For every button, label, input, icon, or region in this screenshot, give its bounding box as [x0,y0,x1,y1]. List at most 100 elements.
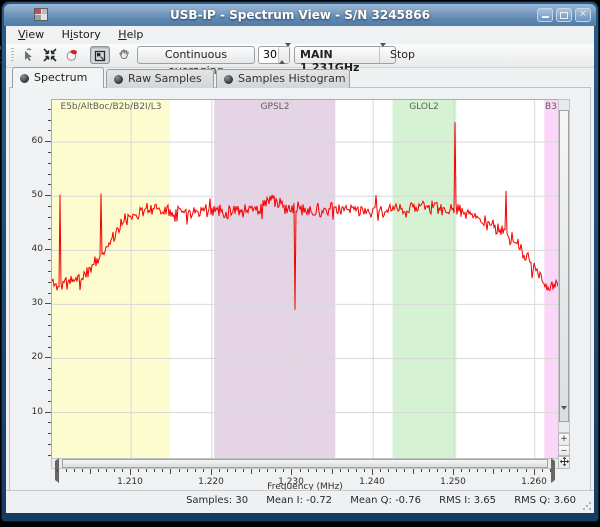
channel-combobox[interactable]: MAIN 1.231GHz [294,46,396,64]
status-rms-q: RMS Q: 3.60 [514,495,576,506]
y-tick [48,314,51,315]
status-bar: Samples: 30 Mean I: -0.72 Mean Q: -0.76 … [6,490,594,513]
x-tick [356,469,357,472]
tab-samples-histogram[interactable]: Samples Histogram [216,69,350,88]
scroll-down-icon[interactable] [561,410,567,429]
x-tick [332,469,333,474]
x-tick-label: 1.260 [514,477,554,487]
menu-bar: View History Help [6,26,594,45]
move-icon [560,457,569,466]
x-tick [308,469,309,472]
vertical-scrollbar[interactable] [558,99,570,433]
x-tick [485,469,486,472]
spectrum-plot[interactable]: E5b/AltBoc/B2b/B2I/L3GPSL2GLOL2B3 [51,99,559,459]
menu-view[interactable]: View [18,28,44,41]
y-tick [48,163,51,164]
x-tick [542,469,543,472]
y-tick [48,152,51,153]
x-tick [154,469,155,472]
samples-spinbox[interactable]: 30 [258,46,290,64]
x-tick [162,469,163,472]
toolbar-handle[interactable] [11,48,14,62]
maximize-button[interactable] [556,8,572,22]
x-tick [195,469,196,472]
tab-raw-samples[interactable]: Raw Samples [106,69,214,88]
close-button[interactable]: × [575,8,591,22]
x-tick [324,469,325,472]
averaging-mode-button[interactable]: Continuous averaging [137,46,255,64]
y-tick [48,368,51,369]
x-tick [493,469,494,474]
pan-all-button[interactable] [558,456,570,469]
pan-button[interactable] [114,46,134,64]
spin-arrows[interactable] [278,47,289,63]
x-tick [469,469,470,472]
x-tick [114,469,115,472]
horizontal-scrollbar[interactable] [51,458,559,469]
x-tick [187,469,188,472]
fit-arrows-icon [43,48,57,62]
x-tick [388,469,389,472]
y-tick [45,195,51,196]
x-tick [517,469,518,472]
y-tick [48,347,51,348]
x-tick [243,469,244,472]
x-tick [90,469,91,474]
x-tick-label: 1.210 [110,477,150,487]
samples-value: 30 [263,48,277,61]
x-tick [421,469,422,472]
spin-down-icon[interactable] [285,43,291,60]
zoom-out-button[interactable]: − [558,445,570,456]
x-tick [146,469,147,472]
y-tick [48,206,51,207]
zoom-window-button[interactable] [90,46,110,64]
x-tick [170,469,171,474]
spectrum-canvas [52,100,558,458]
x-tick [453,469,454,475]
status-rms-i: RMS I: 3.65 [439,495,496,506]
h-scroll-thumb[interactable] [62,459,548,468]
x-tick [283,469,284,472]
stop-button[interactable]: Stop [384,46,421,64]
y-tick-label: 40 [19,244,43,254]
x-tick [429,469,430,472]
y-tick [48,271,51,272]
x-tick [235,469,236,472]
x-tick-label: 1.220 [191,477,231,487]
resize-grip[interactable] [582,501,591,510]
pointer-icon [21,48,35,62]
x-tick-label: 1.250 [433,477,473,487]
zoom-fit-button[interactable] [40,46,60,64]
x-tick [526,469,527,472]
menu-help[interactable]: Help [118,28,143,41]
y-tick [48,282,51,283]
status-mean-i: Mean I: -0.72 [266,495,332,506]
y-tick [48,325,51,326]
title-bar[interactable]: USB-IP - Spectrum View - S/N 3245866 × [4,4,596,26]
x-tick [130,469,131,475]
menu-history[interactable]: History [62,28,101,41]
x-tick [98,469,99,472]
tab-spectrum[interactable]: Spectrum [12,67,104,88]
y-tick [48,379,51,380]
x-tick [300,469,301,472]
x-tick [211,469,212,475]
x-tick [267,469,268,472]
x-tick [404,469,405,472]
minimize-button[interactable] [537,8,553,22]
y-tick [45,357,51,358]
y-tick [48,422,51,423]
band-label: B3 [545,102,557,112]
x-tick [348,469,349,472]
toolbar: Continuous averaging 30 MAIN 1.231GHz St… [6,44,594,68]
x-tick [396,469,397,472]
clear-icon [65,48,79,62]
status-samples: Samples: 30 [186,495,248,506]
y-tick [45,249,51,250]
x-tick [501,469,502,472]
pointer-tool-button[interactable] [18,46,38,64]
hand-icon [117,48,131,62]
v-scroll-thumb[interactable] [559,110,569,422]
y-tick [48,455,51,456]
clear-button[interactable] [62,46,82,64]
